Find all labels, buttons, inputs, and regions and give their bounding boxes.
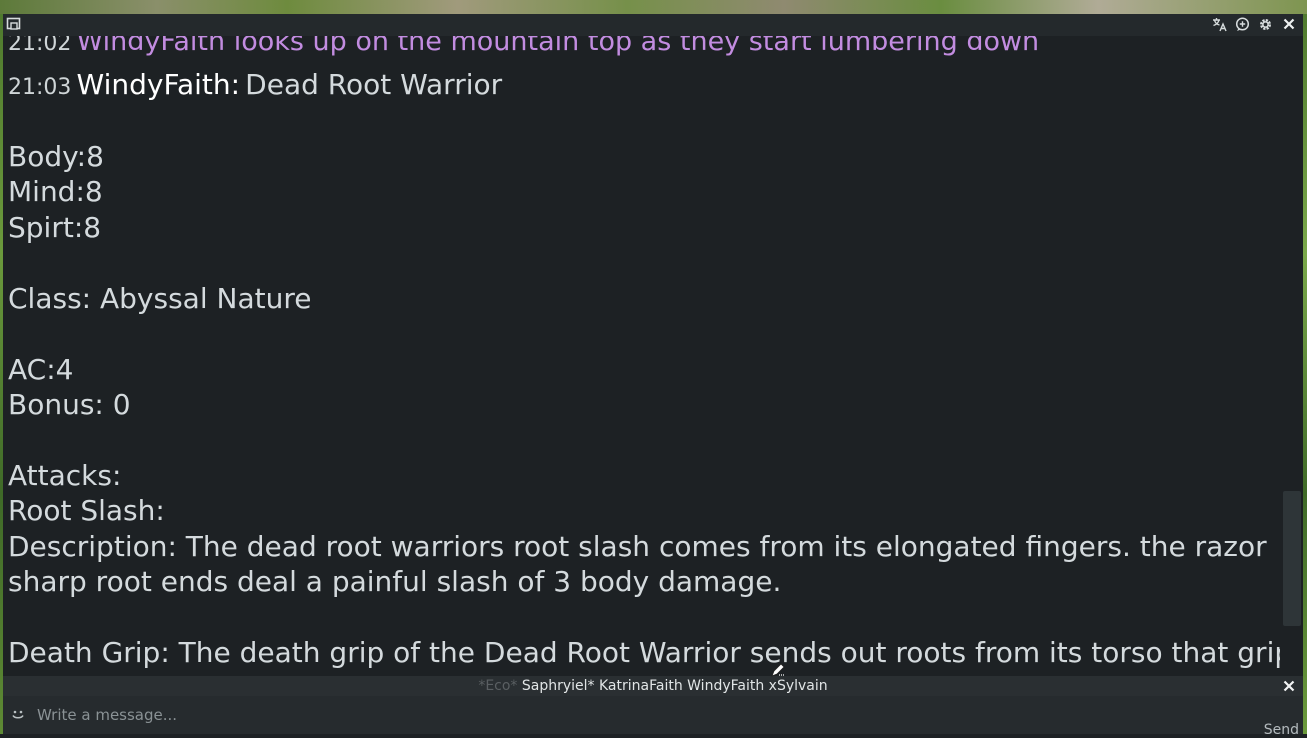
close-icon[interactable] (1281, 677, 1297, 695)
message-body-line: Description: The dead root warriors root… (8, 530, 1267, 563)
chat-bubble-icon[interactable] (1234, 16, 1251, 34)
send-button[interactable]: Send (1259, 722, 1299, 738)
typing-eco-label: *Eco* (478, 678, 518, 694)
chat-scrollbar[interactable] (1280, 36, 1303, 676)
message-body-line: Spirt:8 (8, 211, 102, 244)
emoji-icon[interactable] (7, 704, 29, 724)
titlebar-actions (1211, 16, 1297, 34)
message-body-line: Class: Abyssal Nature (8, 282, 312, 315)
typing-indicator-bar: *Eco* Saphryiel* KatrinaFaith WindyFaith… (3, 676, 1303, 696)
message-body-line: Attacks: (8, 459, 122, 492)
message-text: Dead Root Warrior (245, 68, 503, 101)
translate-icon[interactable] (1211, 16, 1228, 34)
message-speaker: WindyFaith: (76, 68, 241, 101)
message-body-line: Body:8 (8, 140, 104, 173)
chat-log[interactable]: 21:02 WindyFaith looks up on the mountai… (3, 36, 1280, 676)
scrollbar-thumb[interactable] (1283, 491, 1301, 626)
gear-icon[interactable] (1257, 16, 1274, 34)
message-body-line: Death Grip: The death grip of the Dead R… (8, 636, 1280, 669)
game-background-strip (0, 0, 1307, 14)
chat-message-emote: 21:02 WindyFaith looks up on the mountai… (8, 36, 1039, 57)
game-background-right (1303, 14, 1307, 734)
message-input[interactable] (35, 702, 1219, 728)
message-emote-text: WindyFaith looks up on the mountain top … (76, 36, 1040, 57)
message-body-line: sharp root ends deal a painful slash of … (8, 565, 782, 598)
pen-cursor-icon (770, 662, 786, 678)
message-timestamp: 21:03 (8, 75, 72, 100)
chat-window-titlebar (3, 14, 1303, 36)
message-body-line: Bonus: 0 (8, 388, 131, 421)
message-body-line: AC:4 (8, 353, 74, 386)
popout-icon[interactable] (6, 16, 22, 32)
typing-users: *Eco* Saphryiel* KatrinaFaith WindyFaith… (3, 676, 1303, 696)
message-body-line: Root Slash: (8, 494, 165, 527)
message-timestamp: 21:02 (8, 36, 72, 56)
message-body-line: Mind:8 (8, 175, 103, 208)
chat-message: 21:03 WindyFaith: Dead Root Warrior (8, 68, 502, 101)
message-input-row: Send (3, 696, 1303, 738)
typing-user-list: Saphryiel* KatrinaFaith WindyFaith xSylv… (521, 678, 828, 694)
close-icon[interactable] (1280, 16, 1297, 34)
